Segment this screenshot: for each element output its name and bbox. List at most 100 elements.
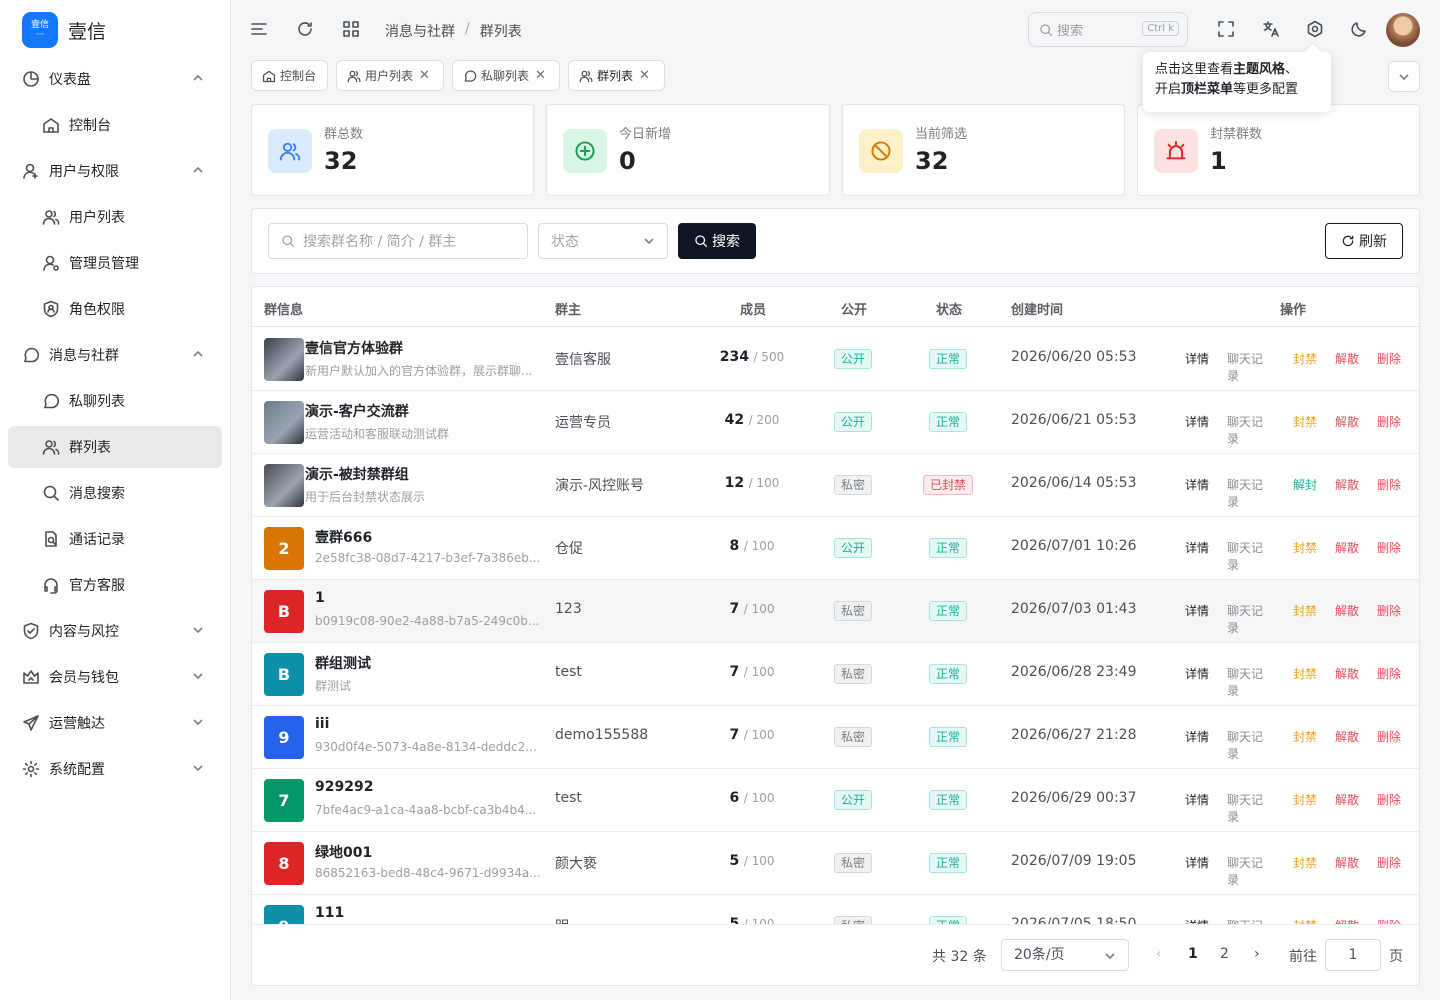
group-name[interactable]: 壹信官方体验群 bbox=[305, 338, 403, 358]
dissolve-link[interactable]: 解散 bbox=[1335, 728, 1359, 762]
dissolve-link[interactable]: 解散 bbox=[1335, 539, 1359, 573]
ban-link[interactable]: 封禁 bbox=[1293, 728, 1317, 762]
dissolve-link[interactable]: 解散 bbox=[1335, 665, 1359, 699]
group-name[interactable]: 绿地001 bbox=[315, 842, 372, 862]
delete-link[interactable]: 删除 bbox=[1377, 728, 1401, 762]
menu-toggle-icon[interactable] bbox=[250, 20, 268, 38]
tab-more-button[interactable] bbox=[1388, 61, 1420, 92]
detail-link[interactable]: 详情 bbox=[1185, 602, 1209, 636]
sidebar-item[interactable]: 运营触达 bbox=[8, 702, 222, 744]
search-button[interactable]: 搜索 bbox=[678, 223, 756, 259]
sidebar-item[interactable]: 会员与钱包 bbox=[8, 656, 222, 698]
sidebar-item[interactable]: 官方客服 bbox=[8, 564, 222, 606]
delete-link[interactable]: 删除 bbox=[1377, 539, 1401, 573]
sidebar-item[interactable]: 消息与社群 bbox=[8, 334, 222, 376]
detail-link[interactable]: 详情 bbox=[1185, 539, 1209, 573]
chat-history-link[interactable]: 聊天记录 bbox=[1227, 350, 1275, 384]
sidebar-item[interactable]: 内容与风控 bbox=[8, 610, 222, 652]
ban-link[interactable]: 封禁 bbox=[1293, 413, 1317, 447]
close-icon[interactable]: ✕ bbox=[535, 68, 546, 83]
sidebar-item[interactable]: 系统配置 bbox=[8, 748, 222, 790]
detail-link[interactable]: 详情 bbox=[1185, 854, 1209, 888]
group-name[interactable]: 壹群666 bbox=[315, 527, 372, 547]
dissolve-link[interactable]: 解散 bbox=[1335, 602, 1359, 636]
goto-page-input[interactable]: 1 bbox=[1325, 939, 1381, 971]
ban-link[interactable]: 封禁 bbox=[1293, 854, 1317, 888]
delete-link[interactable]: 删除 bbox=[1377, 665, 1401, 699]
chat-history-link[interactable]: 聊天记录 bbox=[1227, 539, 1275, 573]
group-name[interactable]: iii bbox=[315, 716, 329, 732]
group-name[interactable]: 演示-被封禁群组 bbox=[305, 464, 409, 484]
group-name[interactable]: 演示-客户交流群 bbox=[305, 401, 409, 421]
page-number[interactable]: 2 bbox=[1220, 946, 1229, 962]
ban-link[interactable]: 封禁 bbox=[1293, 791, 1317, 825]
sidebar-item[interactable]: 私聊列表 bbox=[8, 380, 222, 422]
app-logo[interactable]: 壹信 ··· 壹信 bbox=[22, 12, 106, 48]
sidebar-item[interactable]: 用户列表 bbox=[8, 196, 222, 238]
detail-link[interactable]: 详情 bbox=[1185, 665, 1209, 699]
unban-link[interactable]: 解封 bbox=[1293, 476, 1317, 510]
close-icon[interactable]: ✕ bbox=[419, 68, 430, 83]
ban-link[interactable]: 封禁 bbox=[1293, 539, 1317, 573]
refresh-icon[interactable] bbox=[296, 20, 314, 38]
detail-link[interactable]: 详情 bbox=[1185, 791, 1209, 825]
prev-page-icon[interactable]: ‹ bbox=[1156, 946, 1162, 962]
delete-link[interactable]: 删除 bbox=[1377, 413, 1401, 447]
next-page-icon[interactable]: › bbox=[1254, 946, 1260, 962]
sidebar-item[interactable]: 控制台 bbox=[8, 104, 222, 146]
sidebar-item[interactable]: 通话记录 bbox=[8, 518, 222, 560]
settings-hex-icon[interactable] bbox=[1306, 20, 1324, 38]
group-name[interactable]: 群组测试 bbox=[315, 653, 371, 673]
ban-link[interactable]: 封禁 bbox=[1293, 917, 1317, 924]
dissolve-link[interactable]: 解散 bbox=[1335, 350, 1359, 384]
page-size-select[interactable]: 20条/页 bbox=[1001, 939, 1129, 971]
sidebar-item[interactable]: 角色权限 bbox=[8, 288, 222, 330]
sidebar-item[interactable]: 消息搜索 bbox=[8, 472, 222, 514]
chat-history-link[interactable]: 聊天记录 bbox=[1227, 791, 1275, 825]
tab-dashboard[interactable]: 控制台 bbox=[251, 60, 328, 91]
delete-link[interactable]: 删除 bbox=[1377, 350, 1401, 384]
chat-history-link[interactable]: 聊天记录 bbox=[1227, 476, 1275, 510]
tab-private-chat[interactable]: 私聊列表 ✕ bbox=[452, 60, 560, 91]
group-name[interactable]: 929292 bbox=[315, 779, 373, 795]
tab-group-list[interactable]: 群列表 ✕ bbox=[568, 60, 665, 91]
ban-link[interactable]: 封禁 bbox=[1293, 665, 1317, 699]
apps-grid-icon[interactable] bbox=[342, 20, 360, 38]
delete-link[interactable]: 删除 bbox=[1377, 476, 1401, 510]
dissolve-link[interactable]: 解散 bbox=[1335, 791, 1359, 825]
status-select[interactable]: 状态 bbox=[538, 223, 668, 259]
chat-history-link[interactable]: 聊天记录 bbox=[1227, 917, 1275, 924]
refresh-button[interactable]: 刷新 bbox=[1325, 223, 1403, 259]
tab-user-list[interactable]: 用户列表 ✕ bbox=[336, 60, 444, 91]
delete-link[interactable]: 删除 bbox=[1377, 791, 1401, 825]
detail-link[interactable]: 详情 bbox=[1185, 413, 1209, 447]
detail-link[interactable]: 详情 bbox=[1185, 917, 1209, 924]
dissolve-link[interactable]: 解散 bbox=[1335, 917, 1359, 924]
breadcrumb-item[interactable]: 消息与社群 bbox=[385, 21, 455, 41]
sidebar-item[interactable]: 用户与权限 bbox=[8, 150, 222, 192]
sidebar-item[interactable]: 管理员管理 bbox=[8, 242, 222, 284]
ban-link[interactable]: 封禁 bbox=[1293, 350, 1317, 384]
user-avatar[interactable] bbox=[1386, 13, 1420, 47]
delete-link[interactable]: 删除 bbox=[1377, 602, 1401, 636]
close-icon[interactable]: ✕ bbox=[639, 68, 650, 83]
global-search[interactable]: 搜索 Ctrl k bbox=[1028, 12, 1188, 47]
delete-link[interactable]: 删除 bbox=[1377, 917, 1401, 924]
detail-link[interactable]: 详情 bbox=[1185, 728, 1209, 762]
sidebar-item[interactable]: 群列表 bbox=[8, 426, 222, 468]
page-number-current[interactable]: 1 bbox=[1188, 946, 1198, 962]
chat-history-link[interactable]: 聊天记录 bbox=[1227, 728, 1275, 762]
detail-link[interactable]: 详情 bbox=[1185, 476, 1209, 510]
group-search-input[interactable]: 搜索群名称 / 简介 / 群主 bbox=[268, 223, 528, 259]
dissolve-link[interactable]: 解散 bbox=[1335, 413, 1359, 447]
translate-icon[interactable] bbox=[1262, 20, 1280, 38]
group-name[interactable]: 1 bbox=[315, 590, 325, 606]
chat-history-link[interactable]: 聊天记录 bbox=[1227, 665, 1275, 699]
group-name[interactable]: 111 bbox=[315, 905, 344, 921]
sidebar-item[interactable]: 仪表盘 bbox=[8, 58, 222, 100]
chat-history-link[interactable]: 聊天记录 bbox=[1227, 602, 1275, 636]
dissolve-link[interactable]: 解散 bbox=[1335, 476, 1359, 510]
ban-link[interactable]: 封禁 bbox=[1293, 602, 1317, 636]
fullscreen-icon[interactable] bbox=[1217, 20, 1235, 38]
chat-history-link[interactable]: 聊天记录 bbox=[1227, 854, 1275, 888]
